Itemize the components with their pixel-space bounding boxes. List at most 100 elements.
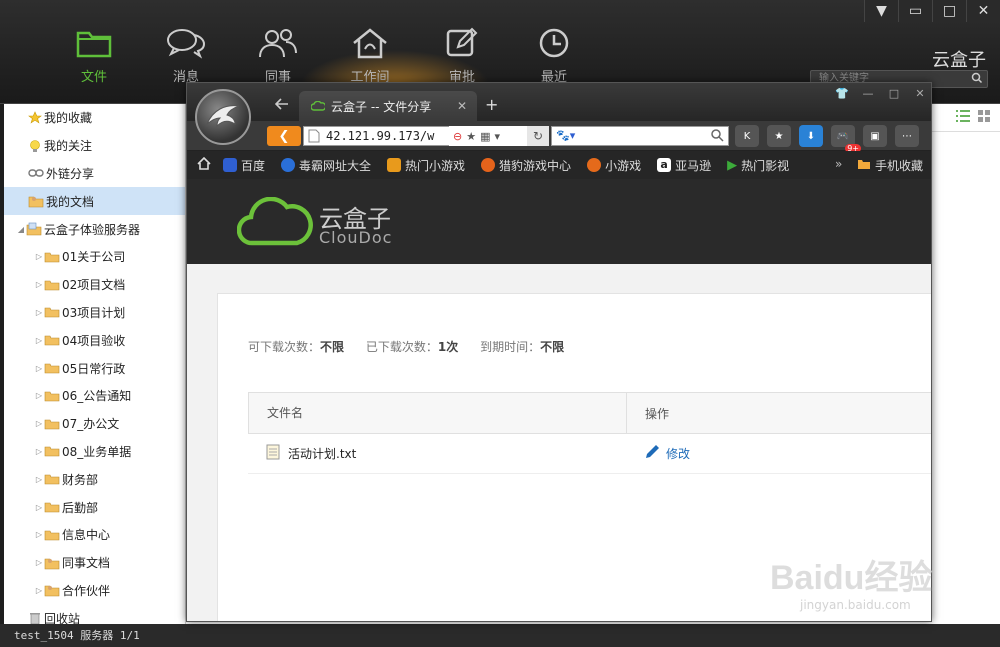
- collapsed-arrow-icon[interactable]: ▷: [34, 558, 44, 567]
- clock-icon: [536, 26, 572, 60]
- share-page: 云盒子 ClouDoc 可下载次数：不限 已下载次数：1次 到期时间：不限 文件…: [187, 179, 931, 621]
- grid-view-icon[interactable]: [978, 110, 990, 125]
- sidebar-item-server[interactable]: ◢ 云盒子体验服务器: [4, 215, 185, 243]
- qr-code-icon[interactable]: ▦: [480, 130, 490, 143]
- bulb-icon: [28, 139, 42, 153]
- collapsed-arrow-icon[interactable]: ▷: [34, 530, 44, 539]
- collapsed-arrow-icon[interactable]: ▷: [34, 308, 44, 317]
- sidebar-item-folder[interactable]: ▷ 信息中心: [4, 521, 185, 549]
- nav-files[interactable]: 文件: [48, 26, 140, 86]
- share-page-header: 云盒子 ClouDoc: [187, 179, 931, 264]
- more-icon[interactable]: ⋯: [895, 125, 919, 147]
- bookmark-item[interactable]: 猎豹游戏中心: [481, 157, 571, 174]
- sidebar-item-following[interactable]: 我的关注: [4, 132, 185, 160]
- menu-dropdown-button[interactable]: ▼: [864, 0, 898, 22]
- gamepad-icon[interactable]: 🎮 9+: [831, 125, 861, 153]
- chevron-more-icon[interactable]: »: [835, 157, 842, 171]
- sidebar-item-folder[interactable]: ▷ 08_业务单据: [4, 438, 185, 466]
- refresh-button[interactable]: ↻: [527, 126, 549, 146]
- sidebar-item-folder[interactable]: ▷ 02项目文档: [4, 271, 185, 299]
- nav-workspace[interactable]: 工作间: [324, 26, 416, 86]
- collapsed-arrow-icon[interactable]: ▷: [34, 419, 44, 428]
- baidu-icon: [223, 158, 237, 172]
- collapsed-arrow-icon[interactable]: ▷: [34, 364, 44, 373]
- sidebar-item-label: 同事文档: [62, 556, 111, 571]
- edit-button[interactable]: 修改: [626, 444, 690, 463]
- status-bar: test_1504 服务器 1/1: [0, 624, 1000, 647]
- sidebar-item-my-documents[interactable]: 我的文档: [4, 187, 185, 216]
- bookmark-item[interactable]: 手机收藏: [857, 157, 923, 174]
- maximize-button[interactable]: □: [932, 0, 966, 22]
- sidebar-item-label: 财务部: [62, 472, 99, 487]
- sidebar-item-partners[interactable]: ▷ 合作伙伴: [4, 577, 185, 605]
- collapsed-arrow-icon[interactable]: ▷: [34, 586, 44, 595]
- collapsed-arrow-icon[interactable]: ▷: [34, 280, 44, 289]
- back-button[interactable]: [274, 95, 289, 114]
- sidebar-item-folder[interactable]: ▷ 后勤部: [4, 493, 185, 521]
- sidebar-item-link-share[interactable]: 外链分享: [4, 160, 185, 188]
- browser-search-input[interactable]: 🐾▾: [551, 126, 729, 146]
- collapsed-arrow-icon[interactable]: ▷: [34, 475, 44, 484]
- sidebar-item-favorites[interactable]: 我的收藏: [4, 104, 185, 132]
- k-icon[interactable]: K: [735, 125, 759, 147]
- download-icon[interactable]: ⬇: [799, 125, 823, 147]
- collapsed-arrow-icon[interactable]: ▷: [34, 252, 44, 261]
- bookmark-item[interactable]: ▶ 热门影视: [727, 157, 789, 174]
- sidebar-item-folder[interactable]: ▷ 06_公告通知: [4, 382, 185, 410]
- new-tab-button[interactable]: +: [485, 95, 498, 114]
- bookmark-label: 热门影视: [741, 158, 790, 173]
- bookmark-item[interactable]: 毒霸网址大全: [281, 157, 371, 174]
- minimize-button[interactable]: ▭: [898, 0, 932, 22]
- tv-icon[interactable]: ▣: [863, 125, 887, 147]
- close-button[interactable]: ✕: [966, 0, 1000, 22]
- sidebar-item-folder[interactable]: ▷ 财务部: [4, 465, 185, 493]
- back-arrow-button[interactable]: ❮: [267, 126, 301, 146]
- browser-minimize-button[interactable]: —: [855, 83, 881, 103]
- sidebar-item-folder[interactable]: ▷ 07_办公文: [4, 410, 185, 438]
- close-tab-icon[interactable]: ✕: [457, 99, 467, 113]
- bookmark-item[interactable]: 小游戏: [587, 157, 641, 174]
- bookmark-item[interactable]: a 亚马逊: [657, 157, 711, 174]
- sidebar-item-folder[interactable]: ▷ 03项目计划: [4, 299, 185, 327]
- nav-messages[interactable]: 消息: [140, 26, 232, 86]
- star-bookmark-icon[interactable]: ★: [767, 125, 791, 147]
- sidebar-item-folder[interactable]: ▷ 04项目验收: [4, 326, 185, 354]
- nav-recent[interactable]: 最近: [508, 26, 600, 86]
- edit-label: 修改: [666, 447, 691, 461]
- app-brand: 云盒子: [932, 50, 986, 71]
- game-book-icon: [387, 158, 402, 172]
- collapsed-arrow-icon[interactable]: ▷: [34, 336, 44, 345]
- collapsed-arrow-icon[interactable]: ▷: [34, 503, 44, 512]
- collapsed-arrow-icon[interactable]: ▷: [34, 447, 44, 456]
- folder-icon: [44, 501, 60, 513]
- tab-file-share[interactable]: 云盒子 -- 文件分享 ✕: [299, 91, 477, 121]
- home-icon[interactable]: [197, 156, 211, 173]
- expanded-arrow-icon[interactable]: ◢: [16, 225, 26, 234]
- nav-colleagues[interactable]: 同事: [232, 26, 324, 86]
- search-icon[interactable]: [710, 128, 724, 145]
- table-row: 活动计划.txt 修改: [248, 434, 931, 474]
- favorite-star-icon[interactable]: ★: [466, 130, 476, 143]
- sidebar-item-folder[interactable]: ▷ 05日常行政: [4, 354, 185, 382]
- bookmark-item[interactable]: 热门小游戏: [387, 157, 465, 174]
- sidebar-item-label: 后勤部: [62, 500, 99, 515]
- baidu-paw-icon[interactable]: 🐾▾: [556, 129, 575, 142]
- user-folder-icon: [28, 194, 44, 208]
- skin-icon[interactable]: 👕: [829, 83, 855, 103]
- sidebar-item-recycle-bin[interactable]: 回收站: [4, 604, 185, 624]
- blocked-icon[interactable]: ⊖: [453, 130, 462, 143]
- page-icon: [308, 129, 320, 145]
- dropdown-arrow-icon[interactable]: ▾: [495, 130, 501, 143]
- sidebar-item-folder[interactable]: ▷ 01关于公司: [4, 243, 185, 271]
- nav-approval[interactable]: 审批: [416, 26, 508, 86]
- bookmark-item[interactable]: 百度: [223, 157, 265, 174]
- browser-maximize-button[interactable]: □: [881, 83, 907, 103]
- folder-icon: [857, 159, 871, 173]
- file-name-cell[interactable]: 活动计划.txt: [248, 444, 626, 463]
- browser-logo-icon[interactable]: [195, 89, 251, 145]
- browser-close-button[interactable]: ✕: [907, 83, 931, 103]
- list-view-icon[interactable]: [956, 110, 970, 125]
- sidebar-item-colleague-docs[interactable]: ▷ 同事文档: [4, 549, 185, 577]
- search-icon[interactable]: [971, 72, 983, 90]
- collapsed-arrow-icon[interactable]: ▷: [34, 391, 44, 400]
